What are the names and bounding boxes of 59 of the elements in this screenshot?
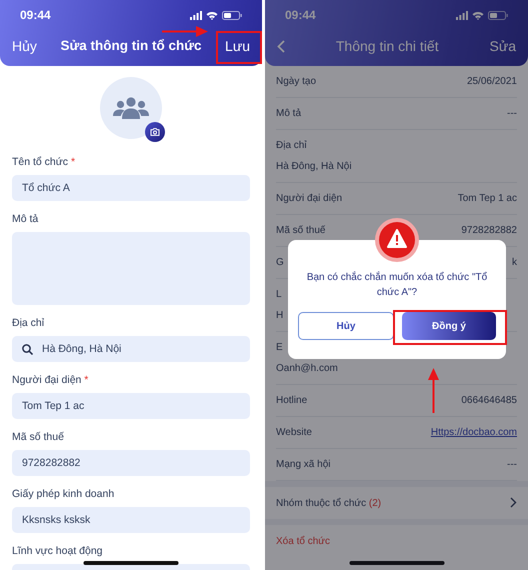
signal-icon	[190, 10, 202, 20]
input-field[interactable]: Tổ chức A	[12, 175, 250, 201]
detail-value: Hà Đông, Hà Nội	[276, 160, 352, 174]
field-label: Tên tổ chức *	[12, 155, 76, 169]
field-label: Người đại diện *	[12, 373, 88, 387]
chevron-right-icon	[510, 497, 517, 508]
annotation-arrow	[428, 368, 439, 413]
field-label: Mã số thuế	[12, 430, 64, 444]
detail-value: ---	[507, 458, 517, 472]
dialog-message: Bạn có chắc chắn muốn xóa tổ chức "Tổ chức A"?	[306, 270, 488, 300]
detail-label: Mạng xã hội	[276, 458, 330, 472]
detail-label: Người đại diện	[276, 192, 342, 206]
detail-value: H	[276, 309, 284, 323]
detail-value: ---	[507, 107, 517, 121]
detail-value: 9728282882	[461, 224, 517, 238]
save-button[interactable]: Lưu	[225, 36, 250, 56]
detail-label: Website	[276, 426, 312, 440]
detail-label: E	[276, 341, 283, 355]
edit-button[interactable]: Sửa	[489, 36, 516, 56]
signal-icon	[456, 10, 468, 20]
detail-label: Địa chỉ	[276, 139, 307, 153]
camera-button[interactable]	[145, 122, 165, 142]
field-label: Lĩnh vực hoạt động	[12, 544, 103, 558]
cancel-button[interactable]: Hủy	[12, 36, 37, 56]
battery-icon	[222, 10, 242, 20]
input-field[interactable]: Kksnsks ksksk	[12, 507, 250, 533]
screen-title: Sửa thông tin tổ chức	[60, 36, 202, 55]
detail-value: k	[512, 256, 517, 270]
address-field[interactable]: Hà Đông, Hà Nội	[12, 336, 250, 362]
search-icon	[22, 344, 33, 354]
wifi-icon	[206, 10, 218, 20]
wifi-icon	[472, 10, 484, 20]
highlight-frame	[216, 31, 262, 64]
chevron-left-icon	[277, 40, 285, 54]
detail-label: Mô tả	[276, 107, 302, 121]
people-group-icon	[113, 97, 149, 119]
detail-label: Hotline	[276, 394, 308, 408]
detail-label: G	[276, 256, 284, 270]
input-field[interactable]: 9728282882	[12, 450, 250, 476]
group-row[interactable]: Nhóm thuộc tổ chức (2)	[265, 487, 528, 519]
input-field[interactable]: Tom Tep 1 ac	[12, 393, 250, 419]
confirm-button[interactable]: Đồng ý	[402, 312, 496, 340]
annotation-arrow	[162, 26, 208, 37]
website-link[interactable]: Https://docbao.com	[430, 425, 517, 440]
detail-label: Mã số thuế	[276, 224, 326, 238]
status-time: 09:44	[20, 7, 51, 24]
detail-label: Ngày tạo	[276, 75, 316, 89]
detail-value: Oanh@h.com	[276, 362, 338, 376]
screen-title: Thông tin chi tiết	[336, 36, 439, 56]
detail-value: 0664646485	[461, 394, 517, 408]
field-label: Giấy phép kinh doanh	[12, 487, 114, 501]
cancel-button[interactable]: Hủy	[298, 312, 394, 340]
detail-value: Tom Tep 1 ac	[458, 192, 517, 206]
status-time: 09:44	[285, 7, 316, 24]
field-label: Mô tả	[12, 212, 38, 226]
detail-value: 25/06/2021	[466, 75, 517, 89]
camera-icon	[150, 128, 160, 136]
field-label: Địa chỉ	[12, 316, 44, 330]
detail-label: L	[276, 288, 282, 302]
